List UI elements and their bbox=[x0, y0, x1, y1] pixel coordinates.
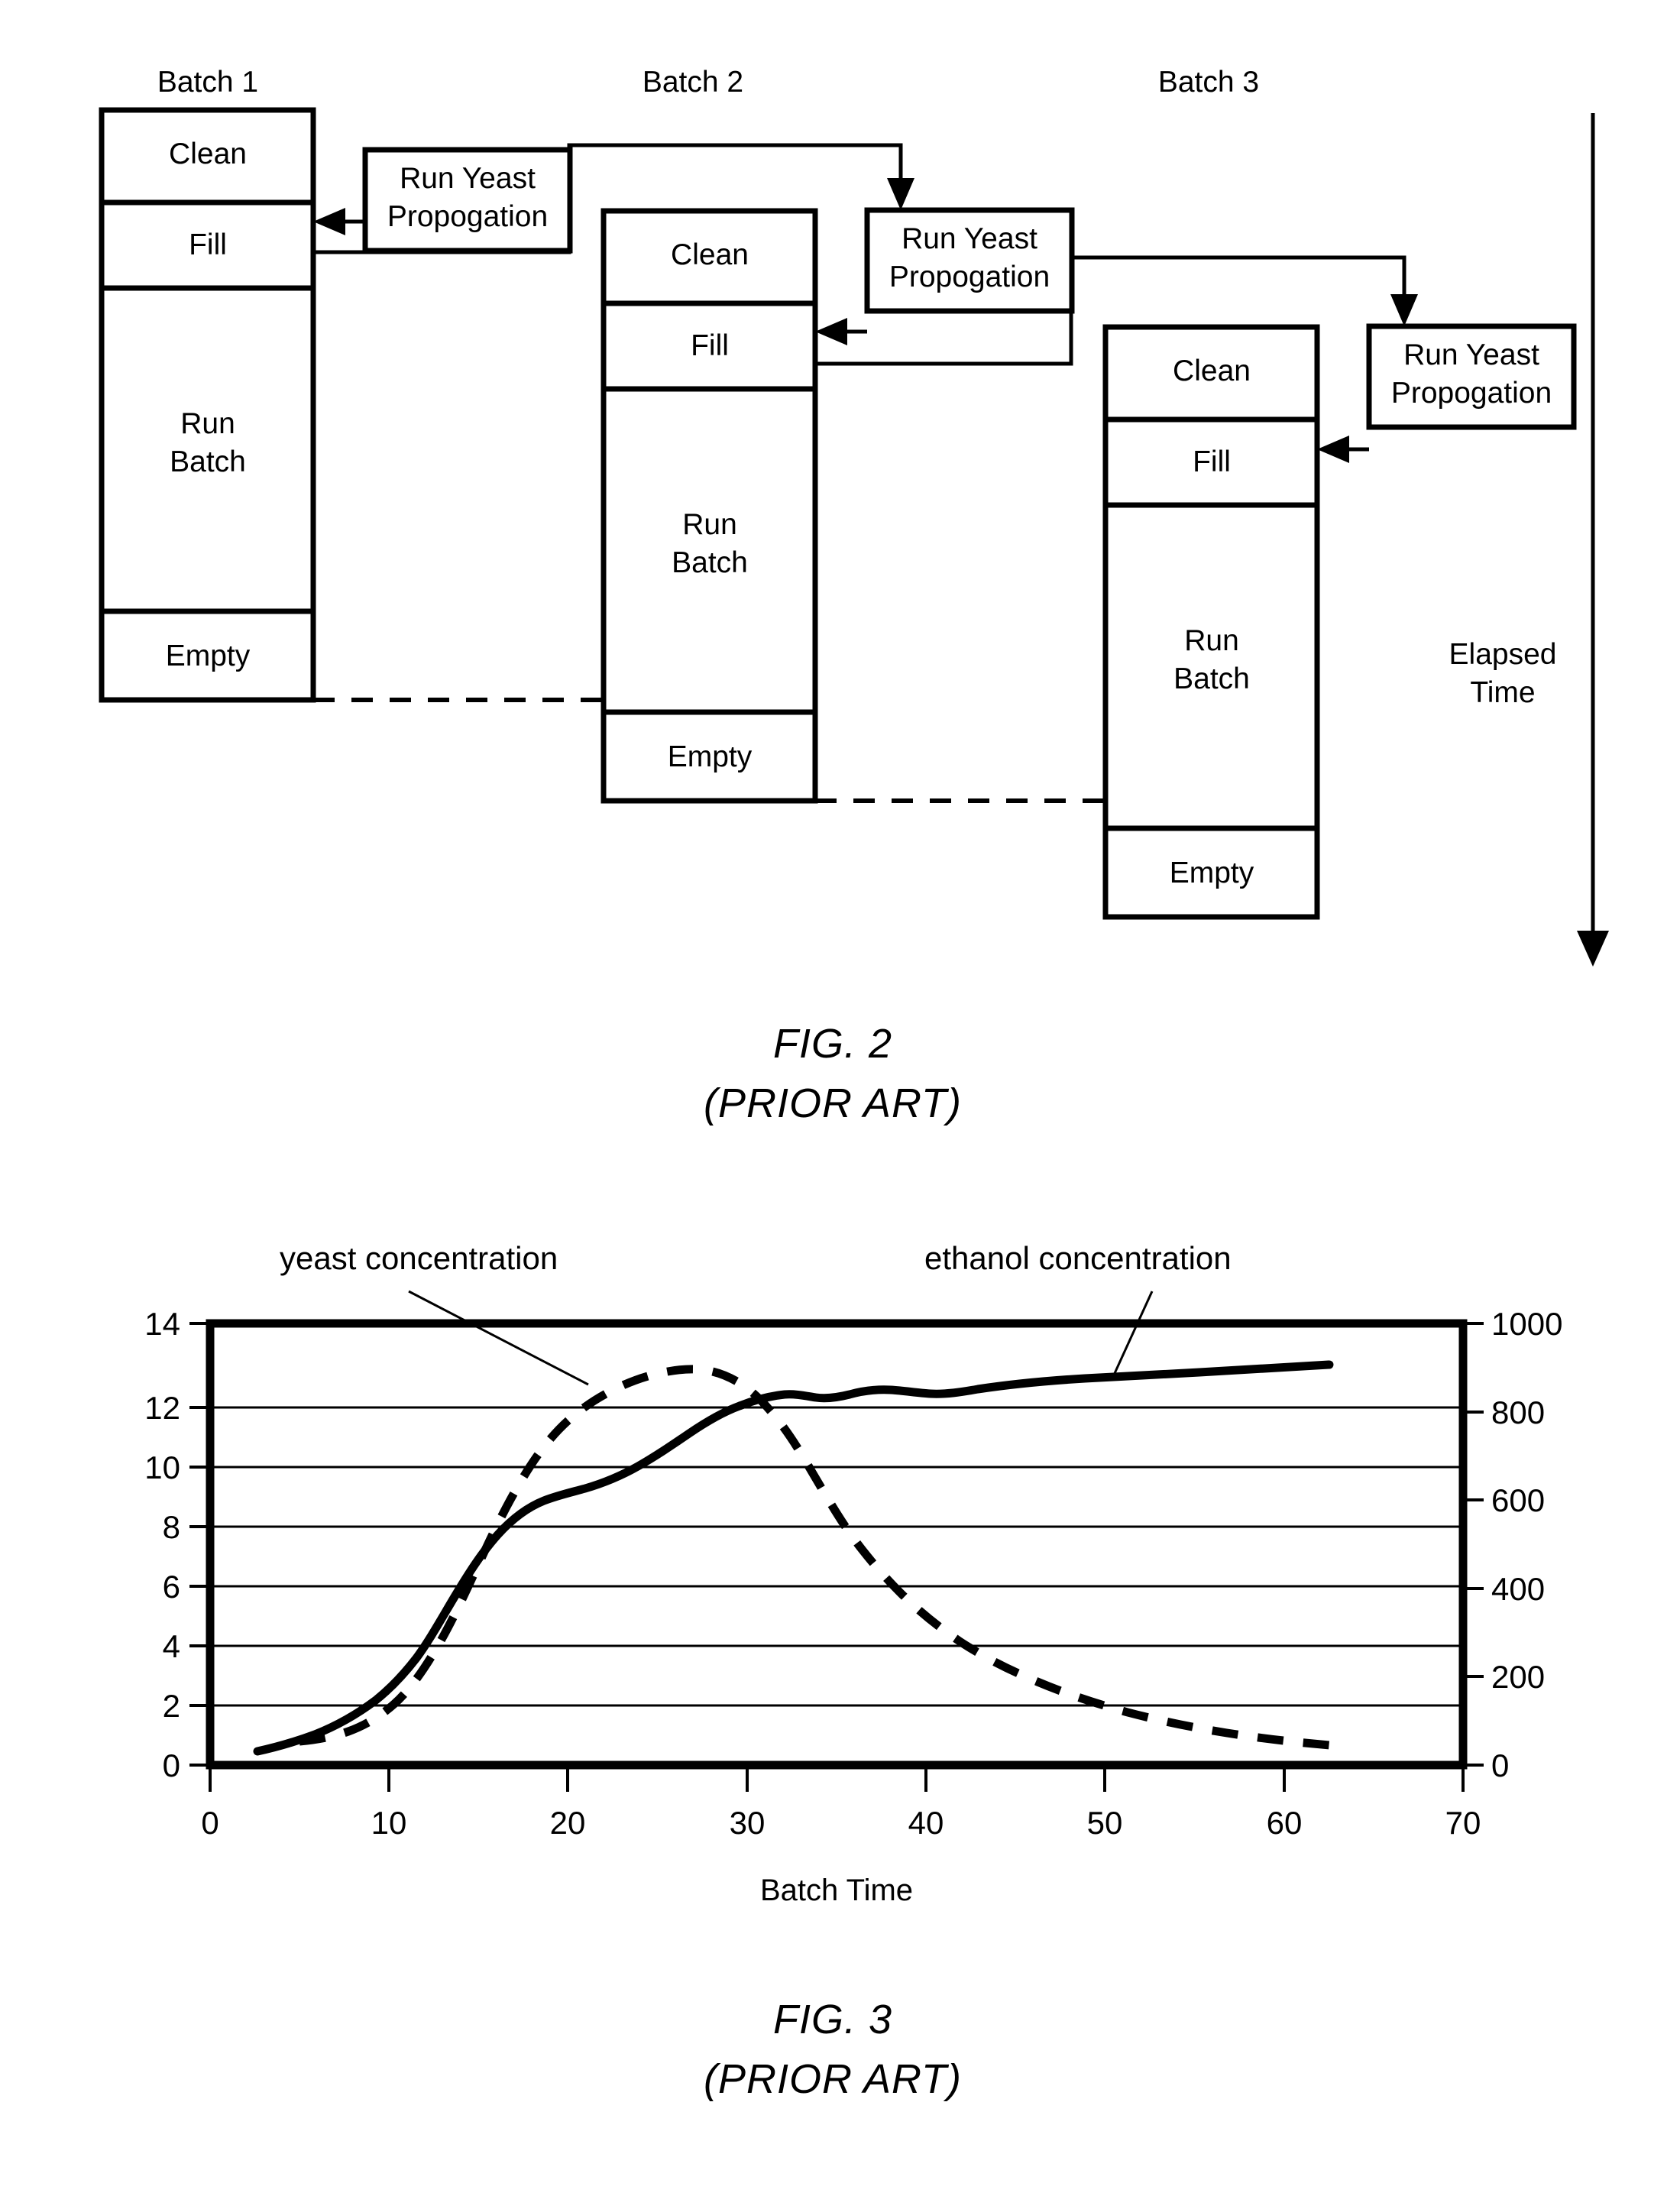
left-tick-label-8: 8 bbox=[163, 1509, 180, 1545]
batch-3-stage-run: Run bbox=[1184, 624, 1239, 657]
chart-x-axis-title: Batch Time bbox=[760, 1874, 913, 1907]
yeast-propagation-box-3: Run Yeast Propogation bbox=[1366, 323, 1577, 430]
figure-3-caption-subtitle: (PRIOR ART) bbox=[704, 2056, 962, 2102]
batch-1-stage-clean: Clean bbox=[169, 138, 247, 170]
elapsed-time-axis: Elapsed Time bbox=[1449, 113, 1609, 967]
elapsed-time-arrow-head bbox=[1577, 931, 1609, 967]
ethanol-concentration-leader-line bbox=[1110, 1291, 1154, 1381]
x-tick-label-10: 10 bbox=[371, 1805, 407, 1841]
batch-1-header: Batch 1 bbox=[157, 66, 258, 99]
yeast-arrow-to-batch-2 bbox=[815, 318, 867, 345]
yeast-concentration-annotation: yeast concentration bbox=[280, 1240, 558, 1276]
yeast-propagation-box-3-line2: Propogation bbox=[1391, 377, 1552, 410]
batch-3-stage-clean: Clean bbox=[1173, 355, 1251, 387]
batch-3-column: Clean Fill Run Batch Empty bbox=[1102, 324, 1320, 920]
batch-1-stage-run: Run bbox=[180, 407, 235, 440]
yeast-arrow-1-head bbox=[313, 208, 345, 235]
right-tick-label-1000: 1000 bbox=[1491, 1306, 1562, 1342]
left-tick-label-6: 6 bbox=[163, 1569, 180, 1605]
batch-3-stage-fill: Fill bbox=[1193, 445, 1231, 478]
figure-2-caption-subtitle: (PRIOR ART) bbox=[704, 1080, 962, 1126]
ethanol-concentration-curve bbox=[253, 1360, 1334, 1756]
batch-2-stage-empty: Empty bbox=[668, 740, 753, 773]
x-tick-label-70: 70 bbox=[1445, 1805, 1481, 1841]
chart-gridlines bbox=[210, 1406, 1463, 1707]
elapsed-time-label-line1: Elapsed bbox=[1449, 638, 1557, 671]
batch-3-header: Batch 3 bbox=[1158, 66, 1259, 99]
right-tick-label-400: 400 bbox=[1491, 1571, 1545, 1607]
yeast-concentration-curve bbox=[299, 1365, 1330, 1750]
right-tick-label-600: 600 bbox=[1491, 1482, 1545, 1518]
left-tick-label-4: 4 bbox=[163, 1628, 180, 1664]
batch-1-column: Clean Fill Run Batch Empty bbox=[99, 107, 316, 703]
yeast-propagation-box-3-line1: Run Yeast bbox=[1403, 338, 1539, 371]
yeast-concentration-leader-line bbox=[408, 1290, 589, 1386]
connector-batch1-to-yeast-2-head bbox=[887, 178, 914, 210]
right-tick-label-200: 200 bbox=[1491, 1659, 1545, 1695]
x-tick-label-60: 60 bbox=[1267, 1805, 1303, 1841]
yeast-propagation-box-1-line2: Propogation bbox=[387, 200, 548, 233]
x-tick-label-20: 20 bbox=[550, 1805, 586, 1841]
elapsed-time-label-line2: Time bbox=[1470, 676, 1535, 709]
x-tick-label-50: 50 bbox=[1087, 1805, 1123, 1841]
left-tick-label-14: 14 bbox=[144, 1306, 180, 1342]
yeast-propagation-box-2-line1: Run Yeast bbox=[902, 222, 1037, 255]
yeast-propagation-box-1-line1: Run Yeast bbox=[400, 162, 536, 195]
figure-3-caption-title: FIG. 3 bbox=[773, 1997, 892, 2042]
batch-1-stage-fill: Fill bbox=[189, 228, 227, 261]
batch-2-stage-clean: Clean bbox=[671, 238, 749, 271]
figure-2-diagram: Batch 1 Batch 2 Batch 3 Clean Fill Run B… bbox=[99, 66, 1609, 2102]
figure-2-caption-title: FIG. 2 bbox=[773, 1021, 892, 1067]
yeast-arrow-to-batch-1 bbox=[313, 208, 365, 235]
x-tick-label-40: 40 bbox=[908, 1805, 944, 1841]
batch-3-stage-empty: Empty bbox=[1170, 857, 1254, 889]
left-tick-label-2: 2 bbox=[163, 1688, 180, 1724]
yeast-arrow-to-batch-3 bbox=[1317, 436, 1369, 463]
batch-1-stage-run-line2: Batch bbox=[170, 445, 246, 478]
batch-1-stage-empty: Empty bbox=[166, 640, 251, 672]
yeast-arrow-2-head bbox=[815, 318, 847, 345]
chart-bottom-axis: 0 10 20 30 40 50 60 70 bbox=[201, 1765, 1481, 1841]
left-tick-label-12: 12 bbox=[144, 1390, 180, 1426]
chart-left-axis: 14 12 10 8 6 4 2 0 bbox=[144, 1306, 210, 1783]
batch-2-header: Batch 2 bbox=[643, 66, 743, 99]
x-tick-label-30: 30 bbox=[730, 1805, 766, 1841]
ethanol-concentration-annotation: ethanol concentration bbox=[924, 1240, 1232, 1276]
batch-3-stage-run-line2: Batch bbox=[1173, 662, 1250, 695]
yeast-propagation-box-1: Run Yeast Propogation bbox=[362, 147, 573, 254]
left-tick-label-10: 10 bbox=[144, 1449, 180, 1485]
patent-figure-page: Batch 1 Batch 2 Batch 3 Clean Fill Run B… bbox=[0, 0, 1680, 2209]
left-tick-label-0: 0 bbox=[163, 1747, 180, 1783]
chart-right-axis: 1000 800 600 400 200 0 bbox=[1463, 1306, 1562, 1783]
connector-batch2-to-yeast-3-head bbox=[1390, 294, 1418, 326]
batch-2-stage-run-line2: Batch bbox=[672, 546, 748, 579]
x-tick-label-0: 0 bbox=[201, 1805, 218, 1841]
yeast-arrow-3-head bbox=[1317, 436, 1349, 463]
figure-3-chart: 14 12 10 8 6 4 2 0 1000 800 600 400 200 … bbox=[144, 1240, 1562, 1907]
yeast-propagation-box-2: Run Yeast Propogation bbox=[864, 207, 1075, 314]
yeast-propagation-box-2-line2: Propogation bbox=[889, 261, 1050, 293]
right-tick-label-800: 800 bbox=[1491, 1394, 1545, 1430]
batch-2-stage-fill: Fill bbox=[691, 329, 729, 362]
right-tick-label-0: 0 bbox=[1491, 1747, 1509, 1783]
batch-2-stage-run: Run bbox=[682, 508, 737, 541]
batch-2-column: Clean Fill Run Batch Empty bbox=[600, 208, 818, 804]
